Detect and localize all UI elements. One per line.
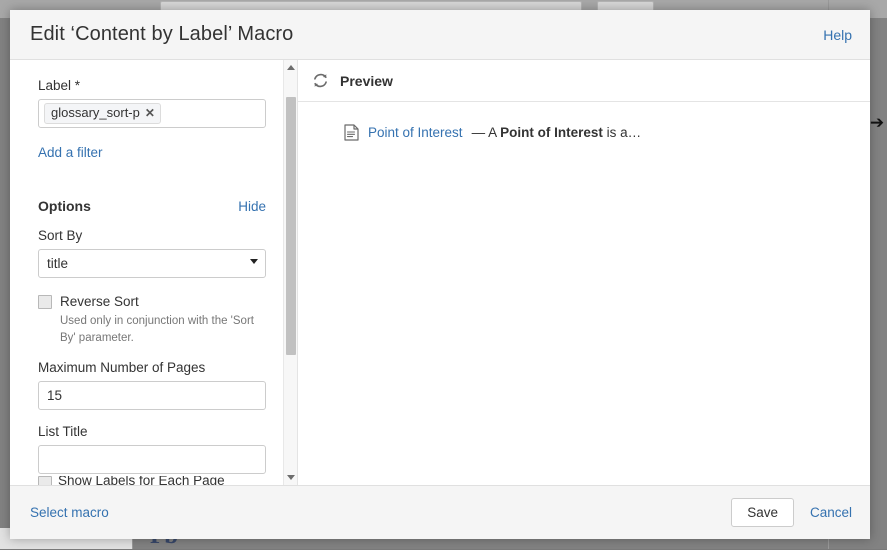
preview-desc-suffix: is a… (602, 125, 642, 140)
sort-by-label: Sort By (38, 228, 83, 243)
list-title-input[interactable] (38, 445, 266, 475)
preview-page-link[interactable]: Point of Interest (368, 125, 463, 140)
footer-actions: Save Cancel (731, 498, 852, 527)
sort-by-select[interactable]: title (38, 249, 266, 278)
page-icon (344, 124, 359, 141)
preview-header: Preview (298, 60, 870, 102)
select-macro-link[interactable]: Select macro (30, 505, 109, 520)
max-pages-input[interactable]: 15 (38, 381, 266, 411)
reverse-sort-label: Reverse Sort (60, 294, 139, 309)
scrollbar-thumb[interactable] (286, 97, 296, 355)
form-scrollbar[interactable] (283, 60, 297, 485)
add-filter-row: Add a filter (38, 144, 263, 162)
preview-title: Preview (340, 72, 393, 89)
dialog-title: Edit ‘Content by Label’ Macro (30, 23, 294, 45)
preview-list-item: Point of Interest — A Point of Interest … (344, 124, 850, 141)
macro-form: Label * glossary_sort-p ✕ Add a filter O… (10, 60, 283, 485)
preview-desc-bold: Point of Interest (500, 125, 603, 140)
scrollbar-down-arrow-icon[interactable] (284, 470, 297, 485)
label-field-label: Label * (38, 78, 81, 93)
cutoff-label: Show Labels for Each Page (58, 476, 225, 485)
dialog-header: Edit ‘Content by Label’ Macro Help (10, 10, 870, 60)
label-chip-text: glossary_sort-p (51, 105, 140, 120)
dialog-footer: Select macro Save Cancel (10, 485, 870, 539)
label-input[interactable]: glossary_sort-p ✕ (38, 99, 266, 128)
cutoff-checkbox[interactable] (38, 476, 52, 485)
max-pages-label: Maximum Number of Pages (38, 360, 206, 376)
sort-by-field: Sort By title (38, 228, 266, 278)
preview-item-description: — A Point of Interest is a… (472, 125, 642, 140)
edit-macro-dialog: Edit ‘Content by Label’ Macro Help Label… (10, 10, 870, 539)
reverse-sort-checkbox[interactable] (38, 294, 52, 309)
options-section-header: Options Hide (38, 198, 266, 214)
reverse-sort-help-text: Used only in conjunction with the 'Sort … (60, 315, 254, 344)
preview-pane: Preview Point of Interest — A Point of I… (298, 60, 870, 485)
preview-content: Point of Interest — A Point of Interest … (298, 102, 870, 485)
save-button[interactable]: Save (731, 498, 794, 527)
list-title-label: List Title (38, 424, 88, 440)
cancel-link[interactable]: Cancel (810, 505, 852, 520)
options-hide-link[interactable]: Hide (238, 199, 266, 214)
add-filter-link[interactable]: Add a filter (38, 145, 103, 160)
preview-desc-prefix: A (488, 125, 501, 140)
label-chip[interactable]: glossary_sort-p ✕ (44, 103, 161, 124)
options-heading: Options (38, 198, 91, 214)
list-title-field: List Title (38, 424, 266, 475)
max-pages-field: Maximum Number of Pages 15 (38, 360, 266, 411)
refresh-icon[interactable] (312, 72, 329, 89)
preview-separator: — (471, 125, 489, 140)
dialog-body: Label * glossary_sort-p ✕ Add a filter O… (10, 60, 870, 485)
edge-arrow-icon: ➔ (869, 113, 885, 132)
cutoff-checkbox-row[interactable]: Show Labels for Each Page (38, 476, 258, 485)
macro-form-pane: Label * glossary_sort-p ✕ Add a filter O… (10, 60, 298, 485)
sort-by-select-wrap: title (38, 249, 266, 278)
label-chip-remove-icon[interactable]: ✕ (145, 105, 155, 121)
scrollbar-up-arrow-icon[interactable] (284, 60, 297, 75)
reverse-sort-row[interactable]: Reverse Sort (38, 294, 263, 309)
help-link[interactable]: Help (823, 27, 852, 43)
